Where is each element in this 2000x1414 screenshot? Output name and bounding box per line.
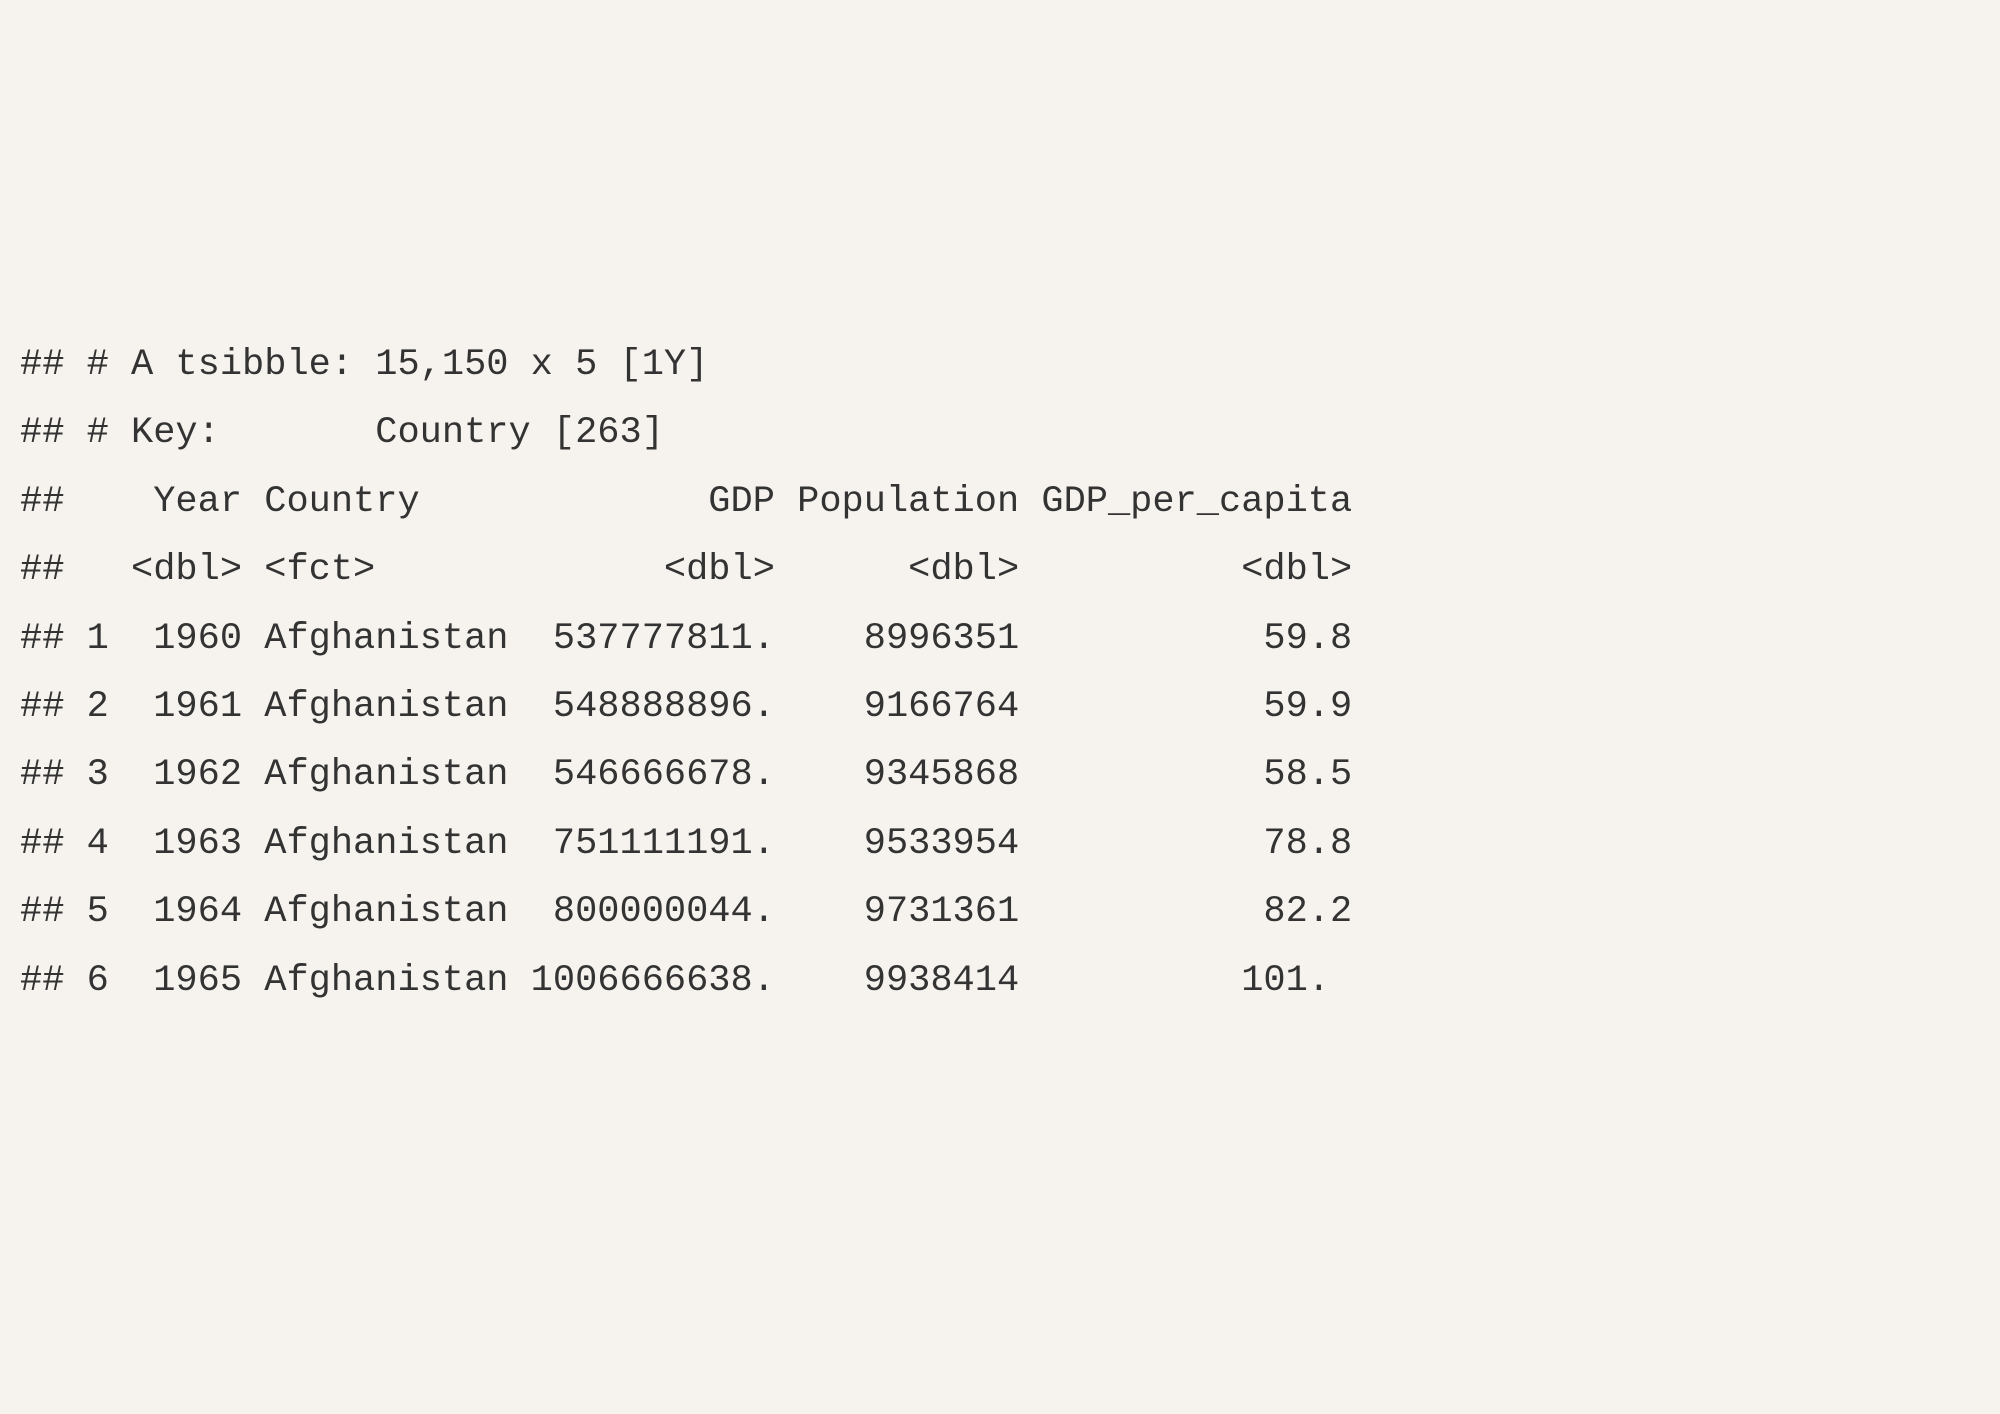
- column-types-line: ## <dbl> <fct> <dbl> <dbl> <dbl>: [20, 536, 1980, 604]
- tsibble-header-line: ## # A tsibble: 15,150 x 5 [1Y]: [20, 331, 1980, 399]
- table-row: ## 4 1963 Afghanistan 751111191. 9533954…: [20, 810, 1980, 878]
- console-output: ## # A tsibble: 15,150 x 5 [1Y]## # Key:…: [20, 331, 1980, 1015]
- tsibble-key-line: ## # Key: Country [263]: [20, 399, 1980, 467]
- table-row: ## 5 1964 Afghanistan 800000044. 9731361…: [20, 878, 1980, 946]
- column-names-line: ## Year Country GDP Population GDP_per_c…: [20, 468, 1980, 536]
- table-row: ## 3 1962 Afghanistan 546666678. 9345868…: [20, 741, 1980, 809]
- table-row: ## 1 1960 Afghanistan 537777811. 8996351…: [20, 605, 1980, 673]
- table-row: ## 6 1965 Afghanistan 1006666638. 993841…: [20, 947, 1980, 1015]
- table-row: ## 2 1961 Afghanistan 548888896. 9166764…: [20, 673, 1980, 741]
